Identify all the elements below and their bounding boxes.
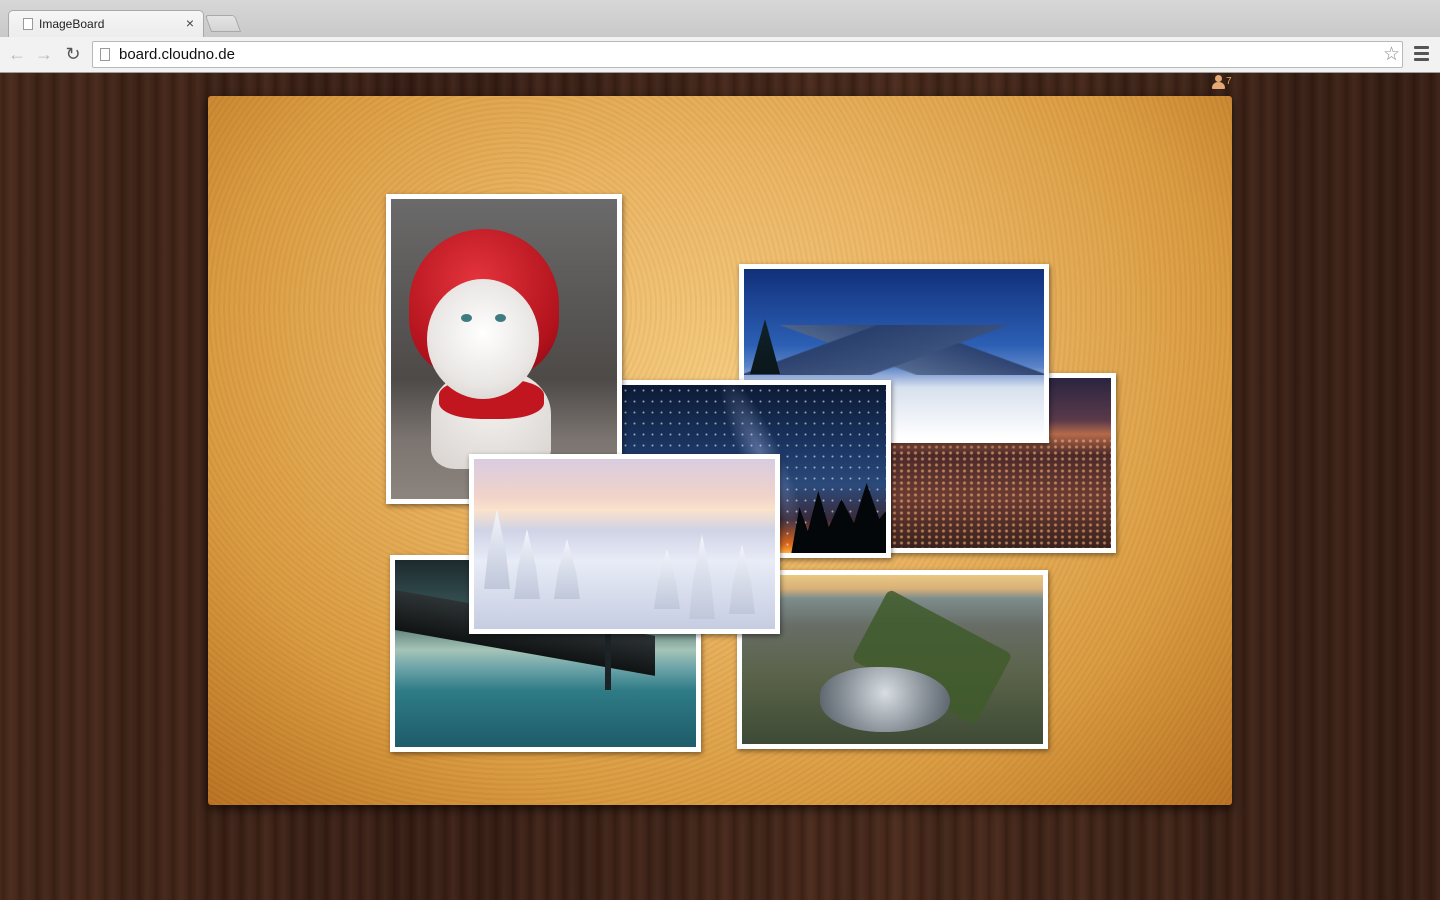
star-icon[interactable]: ☆ [1383,43,1400,66]
photo-image [474,459,775,629]
new-tab-button[interactable] [204,15,242,32]
page-icon [100,48,110,61]
users-online-count: 7 [1226,76,1232,87]
browser-chrome: ImageBoard × ← → ↻ board.cloudno.de ☆ [0,0,1440,73]
photo-image [742,575,1043,744]
tab-title: ImageBoard [39,17,105,31]
photo-central-park[interactable] [737,570,1048,749]
address-bar[interactable]: board.cloudno.de ☆ [92,41,1403,68]
user-icon [1211,75,1225,90]
close-tab-icon[interactable]: × [186,15,194,31]
browser-toolbar: ← → ↻ board.cloudno.de ☆ [0,37,1440,72]
reload-icon[interactable]: ↻ [62,43,84,65]
url-text[interactable]: board.cloudno.de [119,46,235,63]
hamburger-menu-icon[interactable] [1414,46,1430,62]
tab-imageboard[interactable]: ImageBoard × [8,10,204,38]
forward-arrow-icon[interactable]: → [33,43,55,65]
photo-snowy-forest[interactable] [469,454,780,634]
back-arrow-icon[interactable]: ← [6,43,28,65]
tab-strip: ImageBoard × [0,0,1440,38]
page-favicon-icon [23,18,33,30]
